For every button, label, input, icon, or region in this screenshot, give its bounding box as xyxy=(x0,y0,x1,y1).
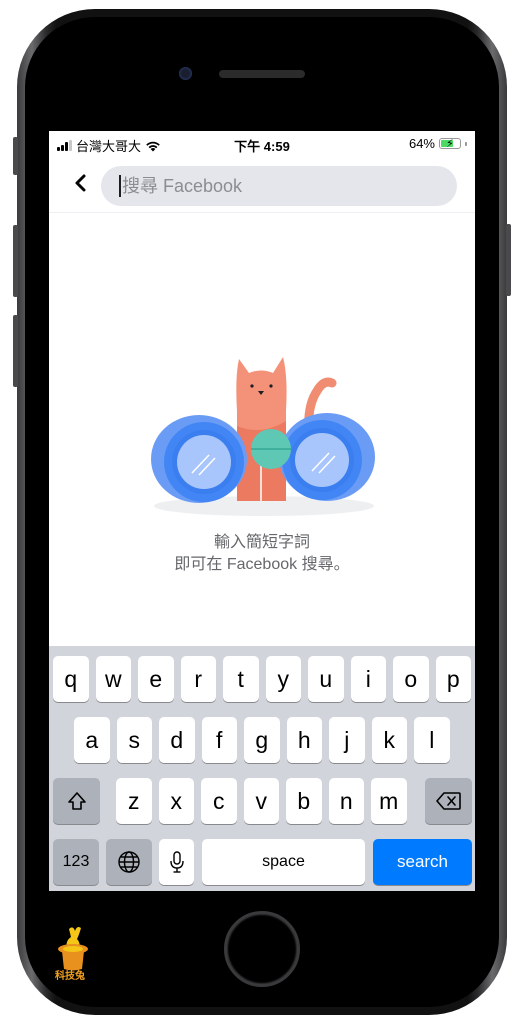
key-w[interactable]: w xyxy=(95,656,131,702)
key-q[interactable]: q xyxy=(53,656,89,702)
numbers-key[interactable]: 123 xyxy=(53,839,99,885)
key-r[interactable]: r xyxy=(180,656,216,702)
mute-switch[interactable] xyxy=(13,137,18,175)
globe-key[interactable] xyxy=(106,839,152,885)
dictation-key[interactable] xyxy=(159,839,194,885)
shift-arrow-icon xyxy=(67,792,86,810)
empty-state-line2: 即可在 Facebook 搜尋。 xyxy=(174,556,350,573)
key-o[interactable]: o xyxy=(393,656,429,702)
binoculars-cat-illustration xyxy=(151,357,375,516)
keyboard: qwertyuiop asdfghjkl zxcvbnm 123 space s… xyxy=(49,646,475,891)
key-p[interactable]: p xyxy=(435,656,471,702)
delete-key[interactable] xyxy=(425,778,472,824)
cat-eye-left xyxy=(250,384,254,388)
earpiece-speaker xyxy=(219,70,305,78)
key-n[interactable]: n xyxy=(328,778,364,824)
battery-icon: ⚡ xyxy=(439,138,461,150)
microphone-icon xyxy=(169,851,184,873)
key-j[interactable]: j xyxy=(329,717,365,763)
key-g[interactable]: g xyxy=(244,717,280,763)
key-u[interactable]: u xyxy=(308,656,344,702)
key-s[interactable]: s xyxy=(116,717,152,763)
watermark-text: 科技兔 xyxy=(55,971,85,982)
backspace-icon xyxy=(435,792,461,810)
binocular-left xyxy=(151,415,247,503)
text-caret xyxy=(119,175,121,197)
key-a[interactable]: a xyxy=(74,717,110,763)
space-key[interactable]: space xyxy=(202,839,365,885)
key-e[interactable]: e xyxy=(138,656,174,702)
key-b[interactable]: b xyxy=(286,778,322,824)
key-y[interactable]: y xyxy=(265,656,301,702)
search-input[interactable] xyxy=(122,175,422,197)
empty-state-message: 輸入簡短字詞 即可在 Facebook 搜尋。 xyxy=(49,532,475,576)
front-camera xyxy=(179,67,192,80)
screen: 台灣大哥大 下午 4:59 64% ⚡ 搜尋 Facebook 輸入簡短字詞 即… xyxy=(49,131,475,891)
battery-percent: 64% xyxy=(408,136,435,151)
search-header xyxy=(49,157,475,213)
key-z[interactable]: z xyxy=(116,778,152,824)
home-button[interactable] xyxy=(224,911,300,987)
back-chevron-icon[interactable] xyxy=(71,171,91,195)
key-x[interactable]: x xyxy=(158,778,194,824)
search-key[interactable]: search xyxy=(373,839,472,885)
empty-state-line1: 輸入簡短字詞 xyxy=(213,534,310,551)
key-m[interactable]: m xyxy=(371,778,407,824)
cat-eye-right xyxy=(269,384,273,388)
key-d[interactable]: d xyxy=(159,717,195,763)
search-field[interactable] xyxy=(101,166,457,206)
key-k[interactable]: k xyxy=(371,717,407,763)
binocular-right xyxy=(279,413,375,501)
key-i[interactable]: i xyxy=(350,656,386,702)
key-c[interactable]: c xyxy=(201,778,237,824)
battery-tip xyxy=(465,141,467,146)
power-button[interactable] xyxy=(506,224,511,296)
key-f[interactable]: f xyxy=(201,717,237,763)
volume-up-button[interactable] xyxy=(13,225,18,297)
key-t[interactable]: t xyxy=(223,656,259,702)
volume-down-button[interactable] xyxy=(13,315,18,387)
charging-bolt-icon: ⚡ xyxy=(446,138,454,150)
status-bar: 台灣大哥大 下午 4:59 64% ⚡ xyxy=(49,131,475,157)
key-v[interactable]: v xyxy=(243,778,279,824)
shift-key[interactable] xyxy=(53,778,100,824)
key-l[interactable]: l xyxy=(414,717,450,763)
globe-icon xyxy=(118,851,140,873)
key-h[interactable]: h xyxy=(286,717,322,763)
